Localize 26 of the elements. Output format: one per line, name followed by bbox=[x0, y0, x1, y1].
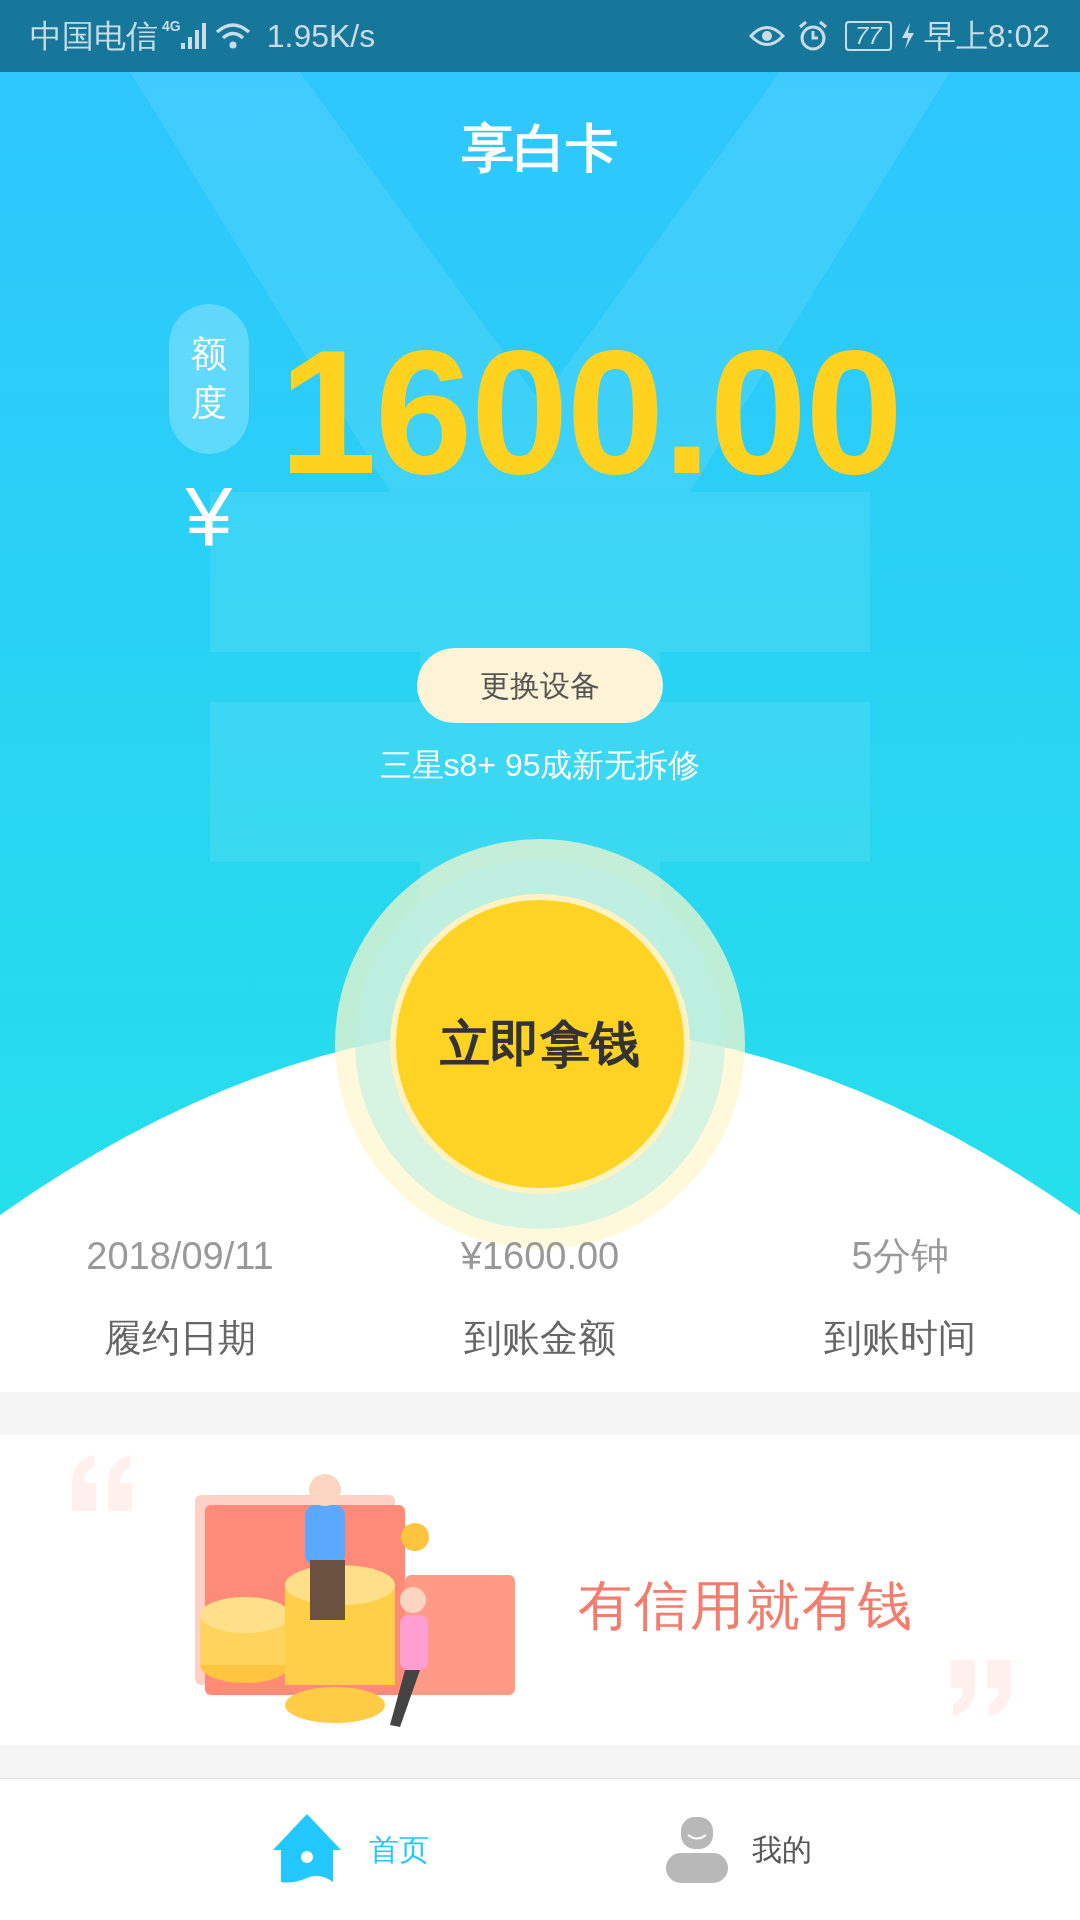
stat-label: 履约日期 bbox=[104, 1319, 256, 1357]
stat-label: 到账金额 bbox=[464, 1319, 616, 1357]
banner-slogan: 有信用就有钱 bbox=[578, 1574, 914, 1637]
stat-value: ¥1600.00 bbox=[460, 1237, 620, 1275]
change-device-button[interactable]: 更换设备 bbox=[417, 648, 663, 723]
signal-icon bbox=[180, 23, 207, 49]
currency-symbol: ¥ bbox=[185, 474, 233, 558]
nav-tab[interactable]: 我的 bbox=[665, 1816, 812, 1883]
wifi-icon bbox=[214, 22, 251, 50]
alarm-icon bbox=[797, 20, 829, 52]
carrier-text: 中国电信 bbox=[30, 17, 158, 56]
user-icon bbox=[665, 1816, 728, 1883]
network-text: 4G bbox=[162, 17, 181, 36]
stat-value: 5分钟 bbox=[851, 1237, 949, 1275]
stat-label: 到账时间 bbox=[824, 1319, 976, 1357]
charging-icon bbox=[899, 23, 916, 49]
eye-icon bbox=[749, 23, 785, 49]
page-title: 享白卡 bbox=[462, 122, 618, 174]
clock-time: 早上8:02 bbox=[923, 17, 1050, 56]
get-money-button[interactable]: 立即拿钱 bbox=[390, 894, 690, 1194]
stat-value: 2018/09/11 bbox=[86, 1237, 274, 1275]
network-speed: 1.95K/s bbox=[266, 17, 376, 56]
device-name: 三星s8+ 95成新无拆修 bbox=[379, 746, 701, 785]
credit-amount: 1600.00 bbox=[278, 324, 902, 500]
credit-label: 额度 bbox=[168, 304, 249, 454]
battery-indicator: 77 bbox=[845, 21, 892, 51]
